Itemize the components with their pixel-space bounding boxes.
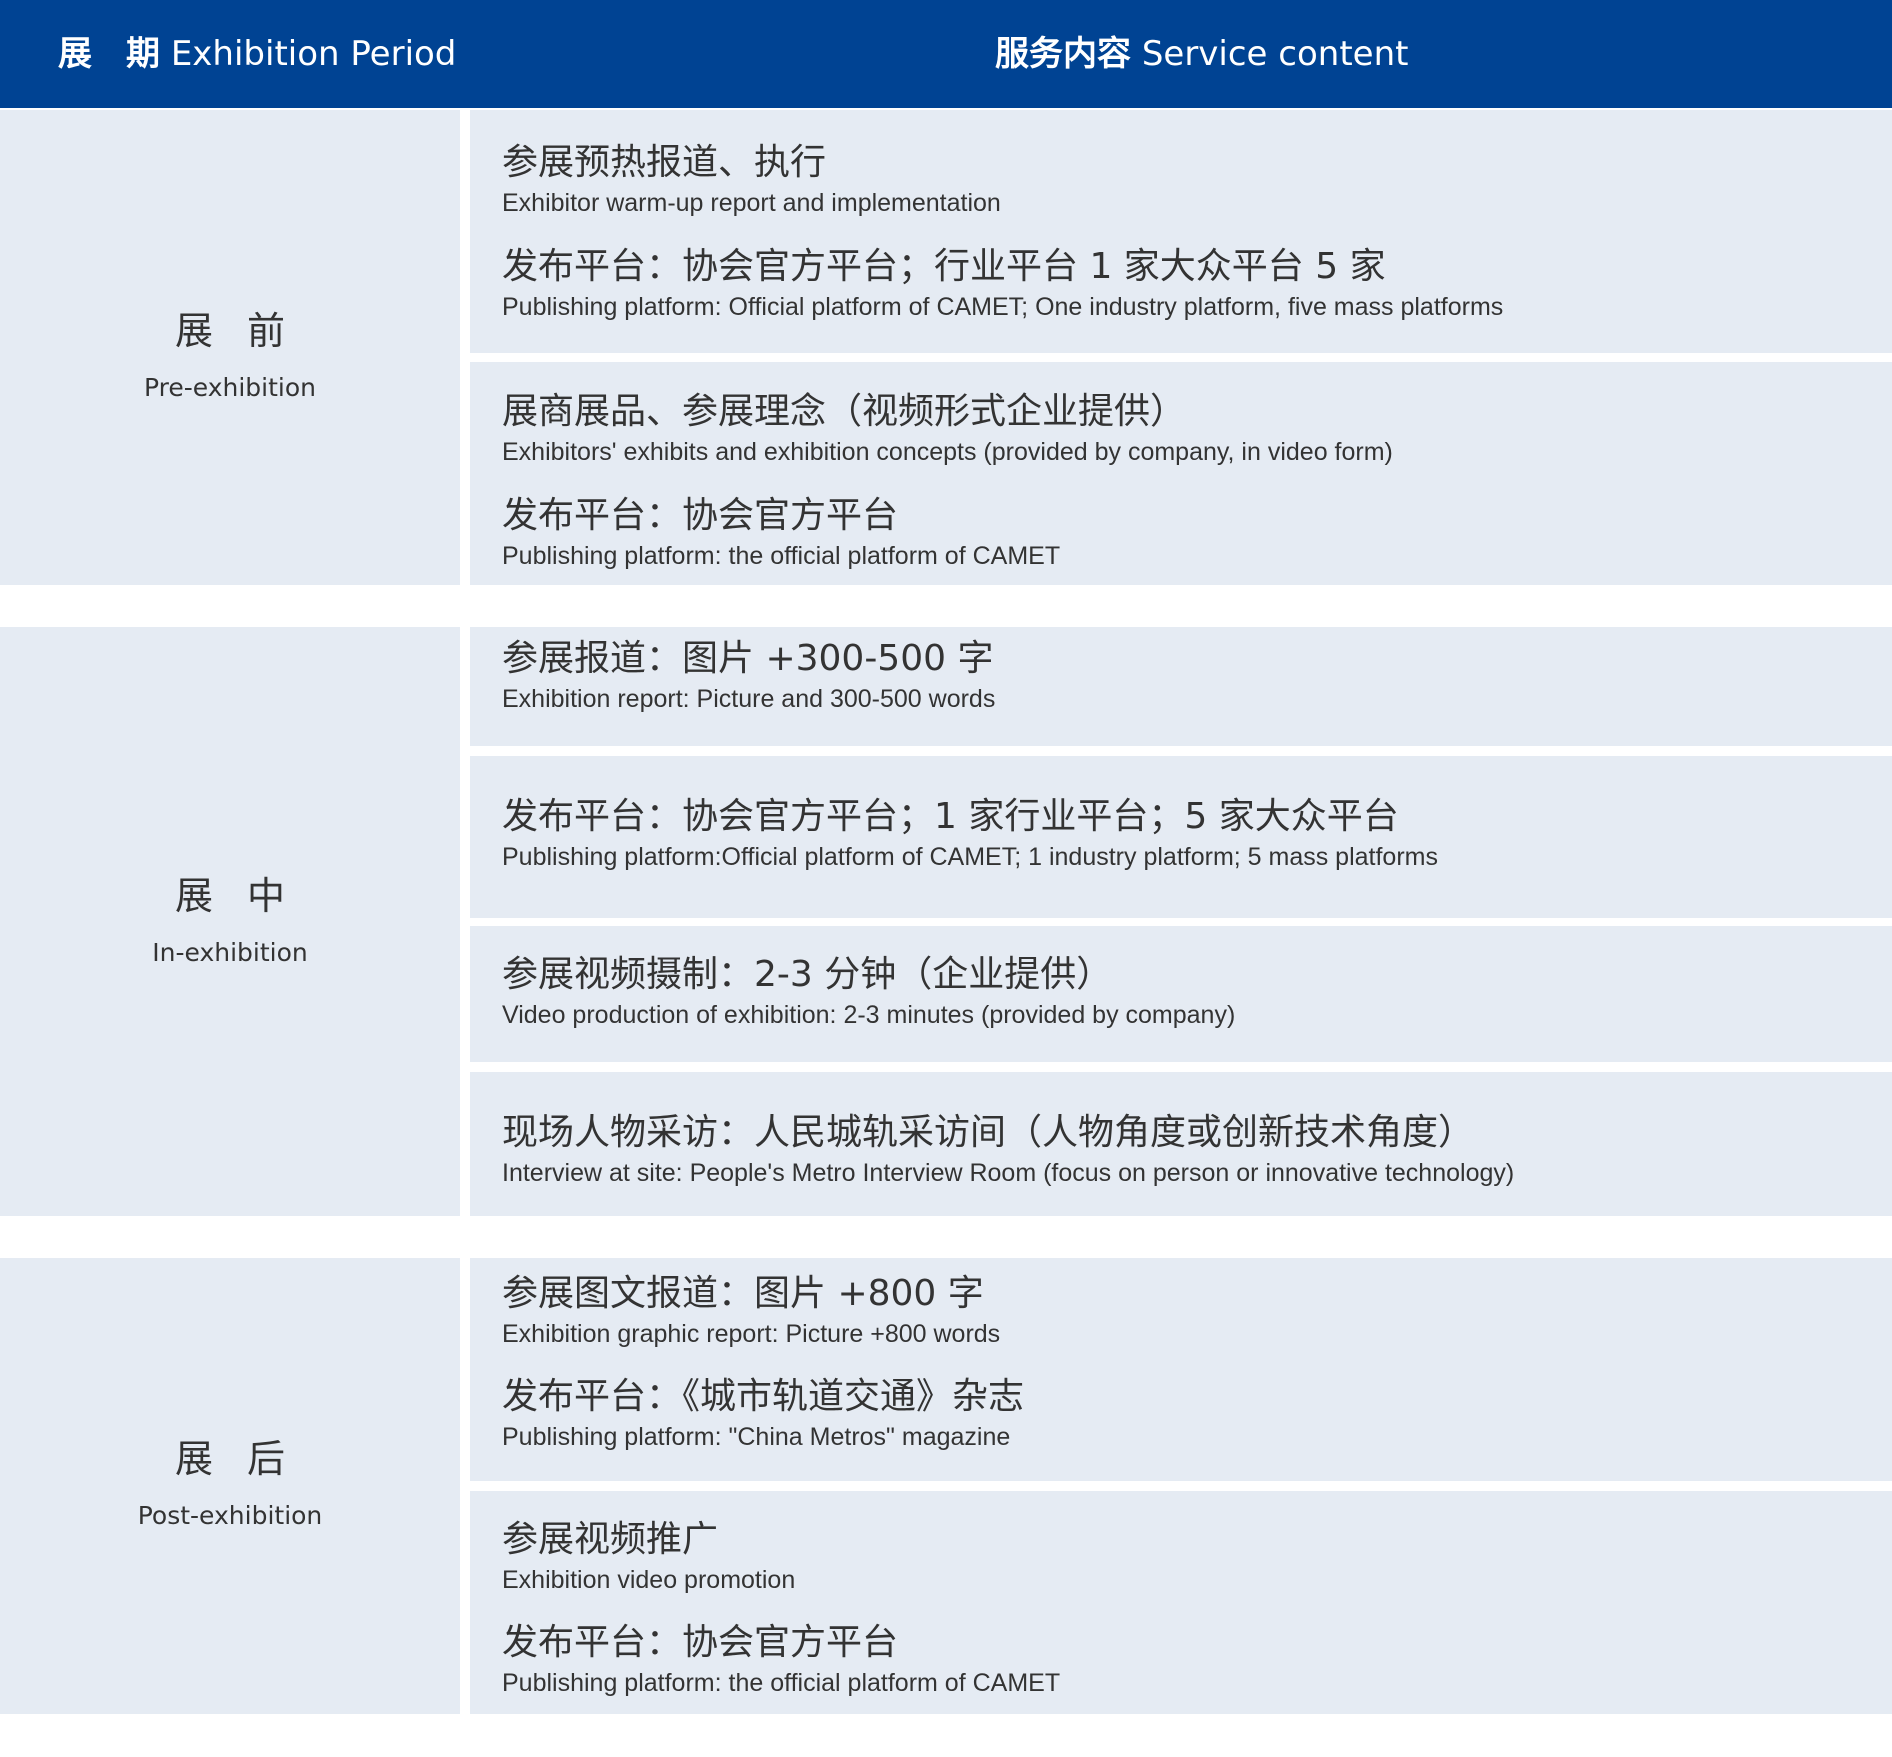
phase-label-en: Post-exhibition — [137, 1501, 323, 1530]
service-title-cn: 参展报道：图片 +300-500 字 — [502, 638, 994, 679]
phase-in-exhibition: 展中 In-exhibition — [0, 627, 460, 1216]
platform-en: Publishing platform: "China Metros" maga… — [502, 1423, 1011, 1451]
service-title-en: Exhibition graphic report: Picture +800 … — [502, 1320, 1001, 1348]
platform-en: Publishing platform: the official platfo… — [502, 1669, 1061, 1697]
service-title-en: Exhibition report: Picture and 300-500 w… — [502, 685, 996, 713]
header-period-cn: 展 期 — [58, 34, 160, 74]
phase-post-exhibition: 展后 Post-exhibition — [0, 1258, 460, 1714]
service-title-en: Interview at site: People's Metro Interv… — [502, 1159, 1515, 1187]
service-title-cn: 参展视频摄制：2-3 分钟（企业提供） — [502, 954, 1113, 995]
platform-en: Publishing platform: Official platform o… — [502, 293, 1504, 321]
service-title-en: Video production of exhibition: 2-3 minu… — [502, 1001, 1236, 1029]
platform-cn: 发布平台：协会官方平台 — [502, 1622, 899, 1663]
platform-cn: 发布平台：《城市轨道交通》杂志 — [502, 1376, 1025, 1417]
service-title-cn: 参展图文报道：图片 +800 字 — [502, 1273, 984, 1314]
service-title-en: Exhibition video promotion — [502, 1566, 796, 1594]
header-period: 展 期 Exhibition Period — [58, 0, 456, 108]
service-cell: 参展视频摄制：2-3 分钟（企业提供） Video production of … — [470, 926, 1892, 1062]
service-title-cn: 参展视频推广 — [502, 1519, 719, 1560]
phase-label-en: Pre-exhibition — [144, 373, 316, 402]
phase-label-en: In-exhibition — [152, 938, 308, 967]
service-cell: 参展视频推广 Exhibition video promotion 发布平台：协… — [470, 1491, 1892, 1714]
service-cell: 展商展品、参展理念（视频形式企业提供） Exhibitors' exhibits… — [470, 362, 1892, 585]
header-service: 服务内容 Service content — [995, 0, 1408, 108]
service-title-en: Exhibitors' exhibits and exhibition conc… — [502, 438, 1393, 466]
header-period-en: Exhibition Period — [170, 34, 457, 74]
platform-en: Publishing platform:Official platform of… — [502, 843, 1438, 871]
phase-label-cn: 展后 — [174, 1437, 319, 1481]
service-title-cn: 展商展品、参展理念（视频形式企业提供） — [502, 391, 1187, 432]
service-cell: 参展预热报道、执行 Exhibitor warm-up report and i… — [470, 110, 1892, 353]
service-cell: 参展报道：图片 +300-500 字 Exhibition report: Pi… — [470, 627, 1892, 746]
service-cell: 发布平台：协会官方平台；1 家行业平台；5 家大众平台 Publishing p… — [470, 756, 1892, 918]
phase-pre-exhibition: 展前 Pre-exhibition — [0, 110, 460, 585]
service-cell: 现场人物采访：人民城轨采访间（人物角度或创新技术角度） Interview at… — [470, 1072, 1892, 1216]
phase-label-cn: 展中 — [174, 874, 319, 918]
platform-cn: 发布平台：协会官方平台；1 家行业平台；5 家大众平台 — [502, 796, 1399, 837]
header-service-en: Service content — [1141, 34, 1409, 74]
phase-label-cn: 展前 — [174, 309, 319, 353]
table-header: 展 期 Exhibition Period 服务内容 Service conte… — [0, 0, 1892, 108]
service-cell: 参展图文报道：图片 +800 字 Exhibition graphic repo… — [470, 1258, 1892, 1481]
platform-cn: 发布平台：协会官方平台 — [502, 495, 899, 536]
service-title-cn: 现场人物采访：人民城轨采访间（人物角度或创新技术角度） — [502, 1112, 1475, 1153]
platform-en: Publishing platform: the official platfo… — [502, 542, 1061, 570]
service-title-cn: 参展预热报道、执行 — [502, 142, 827, 183]
platform-cn: 发布平台：协会官方平台；行业平台 1 家大众平台 5 家 — [502, 246, 1386, 287]
header-service-cn: 服务内容 — [995, 34, 1131, 74]
service-title-en: Exhibitor warm-up report and implementat… — [502, 189, 1001, 217]
